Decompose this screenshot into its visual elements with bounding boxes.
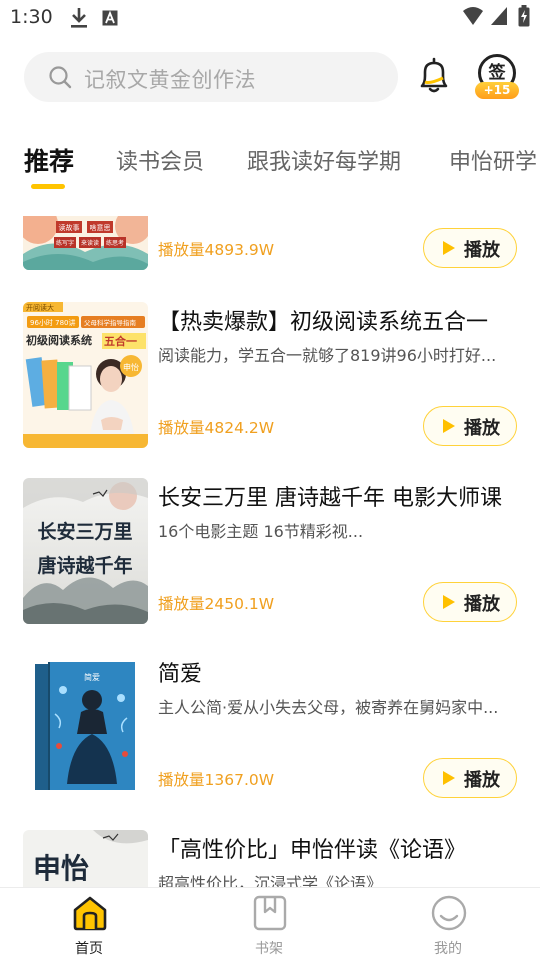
cover-title: 长安三万里 — [37, 520, 132, 543]
play-button[interactable]: 播放 — [423, 406, 517, 446]
signin-button[interactable]: 签 +15 — [474, 52, 520, 100]
cover-art: 申怡 — [23, 830, 148, 887]
cover-tag: 读故事 — [59, 223, 80, 232]
category-tabs: 推荐 读书会员 跟我读好每学期 申怡研学 — [0, 140, 540, 190]
course-cover: 长安三万里 唐诗越千年 — [23, 478, 148, 624]
status-bar: 1:30 — [0, 0, 540, 36]
status-time: 1:30 — [10, 6, 53, 28]
course-desc: 16个电影主题 16节精彩视... — [158, 522, 364, 541]
cover-text: 五合一 — [104, 334, 137, 348]
cover-text: 初级阅读系统 — [26, 333, 92, 347]
course-title: 简爱 — [158, 662, 203, 687]
search-icon — [49, 66, 72, 89]
tab-read-with-me[interactable]: 跟我读好每学期 — [247, 144, 401, 176]
signal-icon — [491, 7, 507, 25]
signin-bonus-badge: +15 — [475, 82, 519, 99]
play-button-label: 播放 — [464, 418, 500, 439]
battery-icon — [518, 5, 530, 27]
list-item[interactable]: 长安三万里 唐诗越千年 长安三万里 唐诗越千年 电影大师课 16个电影主题 16… — [0, 478, 540, 624]
play-button-label: 播放 — [464, 594, 500, 615]
tab-study-tour[interactable]: 申怡研学 — [449, 144, 537, 176]
bookshelf-icon — [253, 895, 287, 931]
nav-home[interactable]: 首页 — [29, 888, 149, 960]
list-item[interactable]: 简爱 简爱 主人公简·爱从小失去父母，被寄养在舅妈家中... 播放量1367.0… — [0, 654, 540, 800]
course-list: 读故事 啥意思 练写字 来读读 练思考 播放量4893.9W 播放 开阅读大 9… — [0, 216, 540, 887]
cover-text: 96小时 780讲 — [30, 318, 76, 327]
list-item[interactable]: 读故事 啥意思 练写字 来读读 练思考 播放量4893.9W 播放 — [0, 216, 540, 270]
play-count: 播放量4824.2W — [158, 419, 275, 437]
nav-home-label: 首页 — [75, 941, 103, 957]
cover-tag: 练写字 — [56, 239, 74, 247]
cover-art: 读故事 啥意思 练写字 来读读 练思考 — [23, 216, 148, 270]
cover-title: 简爱 — [84, 672, 100, 682]
play-button[interactable]: 播放 — [423, 228, 517, 268]
search-placeholder: 记叙文黄金创作法 — [84, 68, 256, 92]
cover-art: 长安三万里 唐诗越千年 — [23, 478, 148, 624]
nav-profile[interactable]: 我的 — [388, 888, 508, 960]
course-desc: 超高性价比，沉浸式学《论语》 — [158, 874, 383, 887]
play-icon — [443, 241, 455, 255]
play-icon — [443, 595, 455, 609]
course-title: 【热卖爆款】初级阅读系统五合一 — [158, 310, 489, 335]
course-cover: 简爱 — [23, 654, 148, 800]
play-button-label: 播放 — [464, 240, 500, 261]
wifi-icon — [463, 7, 483, 25]
cover-art: 简爱 — [23, 654, 148, 800]
play-icon — [443, 419, 455, 433]
play-count: 播放量2450.1W — [158, 595, 275, 613]
cover-text: 申怡 — [123, 362, 139, 372]
cover-title: 申怡 — [33, 852, 89, 885]
nav-bookshelf-label: 书架 — [255, 941, 283, 957]
course-title: 长安三万里 唐诗越千年 电影大师课 — [158, 486, 502, 511]
bell-icon[interactable] — [416, 56, 452, 96]
course-cover: 读故事 啥意思 练写字 来读读 练思考 — [23, 216, 148, 270]
cover-tag: 练思考 — [106, 239, 124, 247]
play-button[interactable]: 播放 — [423, 758, 517, 798]
play-icon — [443, 771, 455, 785]
notification-a-icon — [102, 10, 118, 26]
course-desc: 阅读能力，学五合一就够了819讲96小时打好... — [158, 346, 497, 365]
nav-profile-label: 我的 — [434, 941, 462, 957]
tab-recommend[interactable]: 推荐 — [24, 142, 74, 178]
cover-tag: 来读读 — [81, 239, 99, 247]
download-icon — [71, 8, 87, 28]
course-title: 「高性价比」申怡伴读《论语》 — [158, 838, 467, 863]
course-desc: 主人公简·爱从小失去父母，被寄养在舅妈家中... — [158, 698, 499, 717]
cover-art: 开阅读大 96小时 780讲 父母科学指导指南 初级阅读系统 五合一 申怡 — [23, 302, 148, 448]
list-item[interactable]: 申怡 「高性价比」申怡伴读《论语》 超高性价比，沉浸式学《论语》 — [0, 830, 540, 887]
play-count: 播放量4893.9W — [158, 241, 275, 259]
active-tab-indicator — [31, 184, 65, 189]
tab-reading-membership[interactable]: 读书会员 — [116, 144, 204, 176]
search-input[interactable]: 记叙文黄金创作法 — [24, 52, 398, 102]
course-cover: 开阅读大 96小时 780讲 父母科学指导指南 初级阅读系统 五合一 申怡 — [23, 302, 148, 448]
play-button[interactable]: 播放 — [423, 582, 517, 622]
cover-title: 唐诗越千年 — [37, 554, 132, 577]
play-button-label: 播放 — [464, 770, 500, 791]
course-cover: 申怡 — [23, 830, 148, 887]
play-count: 播放量1367.0W — [158, 771, 275, 789]
app-screen: 1:30 记叙文黄金创作法 签 +15 推荐 读书会员 跟我读好每学期 申怡研学… — [0, 0, 540, 960]
cover-tag: 啥意思 — [90, 223, 111, 232]
cover-text: 父母科学指导指南 — [84, 318, 137, 327]
profile-icon — [431, 895, 467, 931]
cover-text: 开阅读大 — [26, 303, 54, 312]
nav-bookshelf[interactable]: 书架 — [209, 888, 329, 960]
home-icon — [73, 896, 107, 931]
bottom-nav: 首页 书架 我的 — [0, 887, 540, 960]
list-item[interactable]: 开阅读大 96小时 780讲 父母科学指导指南 初级阅读系统 五合一 申怡 【热… — [0, 302, 540, 448]
